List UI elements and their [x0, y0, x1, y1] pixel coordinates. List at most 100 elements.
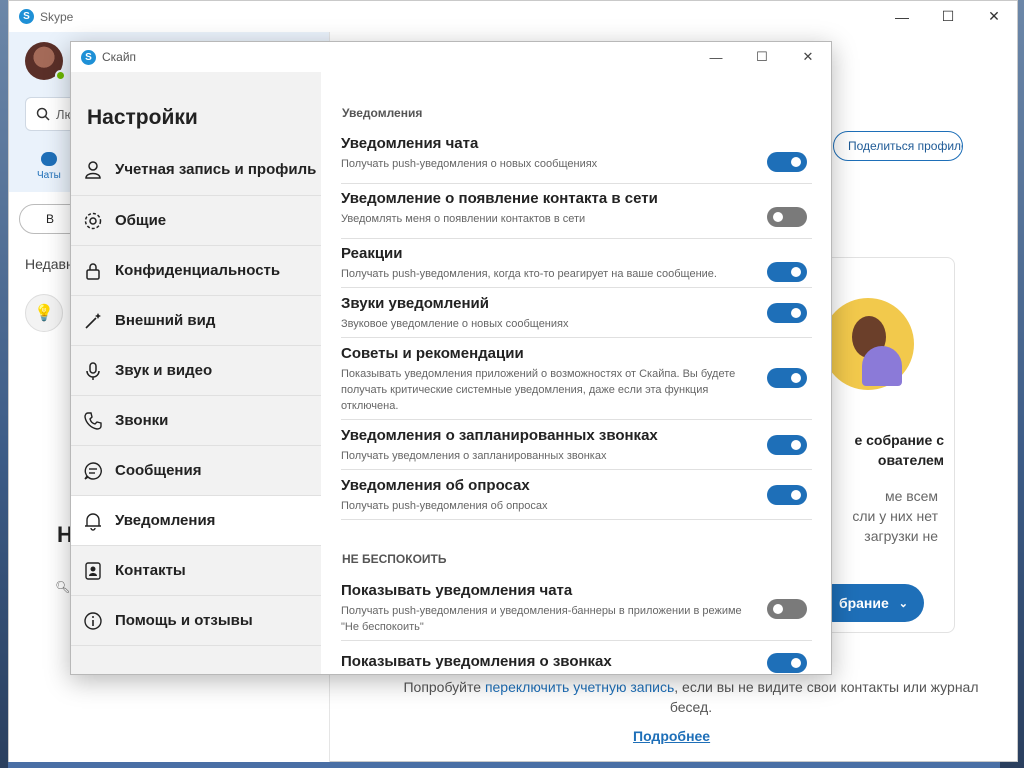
main-titlebar: S Skype: [9, 1, 1017, 32]
scheduled-calls-toggle[interactable]: [767, 435, 807, 455]
setting-title: Показывать уведомления о звонках: [341, 653, 612, 670]
settings-title: Настройки: [87, 106, 198, 129]
bell-icon: [85, 512, 101, 531]
setting-row-notification-sounds: Звуки уведомлений Звуковое уведомление о…: [341, 294, 812, 338]
main-window-controls: — ☐ ✕: [879, 1, 1017, 32]
tab-chats-label: Чаты: [37, 170, 61, 181]
nav-item-account[interactable]: Учетная запись и профиль: [71, 144, 321, 196]
meet-now-label: В: [46, 212, 55, 226]
dialog-close-button[interactable]: ✕: [785, 42, 831, 72]
setting-row-tips: Советы и рекомендации Показывать уведомл…: [341, 344, 812, 420]
setting-title: Звуки уведомлений: [341, 295, 489, 312]
setting-description: Показывать уведомления приложений о возм…: [341, 368, 736, 412]
minimize-button[interactable]: —: [879, 1, 925, 32]
share-profile-button[interactable]: Поделиться профилем: [833, 131, 963, 161]
setting-description: Получать push-уведомления и уведомления-…: [341, 605, 742, 633]
recent-chats-label: Недавн: [25, 256, 74, 272]
nav-item-label: Звонки: [115, 411, 169, 429]
setting-row-dnd-chat: Показывать уведомления чата Получать pus…: [341, 581, 812, 641]
section-header-do-not-disturb: НЕ БЕСПОКОИТЬ: [342, 552, 447, 566]
online-status-icon: [55, 70, 66, 81]
nav-item-label: Сообщения: [115, 461, 202, 479]
dnd-chat-toggle[interactable]: [767, 599, 807, 619]
tips-toggle[interactable]: [767, 368, 807, 388]
setting-title: Советы и рекомендации: [341, 345, 524, 362]
nav-item-calls[interactable]: Звонки: [71, 396, 321, 446]
contacts-icon: [85, 561, 101, 580]
chat-bubble-icon: [40, 152, 57, 166]
desktop-background-left: [0, 0, 8, 768]
main-window-title: Skype: [40, 9, 74, 24]
chevron-down-icon: ⌄: [898, 597, 908, 610]
setting-description: Получать push-уведомления об опросах: [341, 500, 548, 512]
search-icon: [36, 107, 50, 121]
nav-item-label: Уведомления: [115, 511, 216, 529]
setting-row-scheduled-calls: Уведомления о запланированных звонках По…: [341, 426, 812, 470]
setting-description: Получать push-уведомления, когда кто-то …: [341, 268, 717, 280]
nav-item-label: Контакты: [115, 561, 186, 579]
tab-chats[interactable]: Чаты: [37, 152, 61, 181]
small-search-icon[interactable]: 🔍︎: [55, 580, 70, 594]
hint-text-end: , если вы не видите свои контакты или жу…: [669, 679, 979, 715]
nav-item-contacts[interactable]: Контакты: [71, 546, 321, 596]
magic-wand-icon: [85, 312, 101, 329]
setting-title: Уведомления об опросах: [341, 477, 530, 494]
setting-row-reactions: Реакции Получать push-уведомления, когда…: [341, 244, 812, 288]
dialog-maximize-button[interactable]: ☐: [739, 42, 785, 72]
nav-item-messages[interactable]: Сообщения: [71, 446, 321, 496]
setting-row-polls: Уведомления об опросах Получать push-уве…: [341, 476, 812, 520]
dnd-calls-toggle[interactable]: [767, 653, 807, 673]
reactions-toggle[interactable]: [767, 262, 807, 282]
setting-description: Уведомлять меня о появлении контактов в …: [341, 213, 586, 225]
setting-description: Получать push-уведомления о новых сообще…: [341, 158, 598, 170]
maximize-button[interactable]: ☐: [925, 1, 971, 32]
setting-description: Получать уведомления о запланированных з…: [341, 450, 607, 462]
nav-item-label: Учетная запись и профиль: [115, 160, 317, 178]
setting-title: Уведомление о появление контакта в сети: [341, 190, 658, 207]
switch-account-hint: Попробуйте переключить учетную запись, е…: [381, 677, 1001, 717]
dialog-window-controls: — ☐ ✕: [693, 42, 831, 72]
nav-item-appearance[interactable]: Внешний вид: [71, 296, 321, 346]
nav-item-label: Общие: [115, 211, 167, 229]
chat-notifications-toggle[interactable]: [767, 152, 807, 172]
notifications-settings: Уведомления Уведомления чата Получать pu…: [321, 72, 831, 674]
nav-item-label: Помощь и отзывы: [115, 611, 253, 629]
gear-icon: [84, 212, 102, 229]
microphone-icon: [86, 361, 100, 380]
setting-description: Звуковое уведомление о новых сообщениях: [341, 318, 569, 330]
phone-icon: [84, 411, 102, 430]
dialog-title: Скайп: [102, 50, 137, 64]
hint-text-start: Попробуйте: [403, 679, 485, 695]
nav-item-audio-video[interactable]: Звук и видео: [71, 346, 321, 396]
notification-sounds-toggle[interactable]: [767, 303, 807, 323]
info-icon: [84, 611, 102, 630]
close-button[interactable]: ✕: [971, 1, 1017, 32]
nav-item-privacy[interactable]: Конфиденциальность: [71, 246, 321, 296]
nav-item-label: Внешний вид: [115, 311, 216, 329]
nav-item-general[interactable]: Общие: [71, 196, 321, 246]
dialog-minimize-button[interactable]: —: [693, 42, 739, 72]
message-icon: [84, 461, 102, 480]
nav-item-label: Звук и видео: [115, 361, 213, 379]
setting-title: Показывать уведомления чата: [341, 582, 573, 599]
recent-chat-avatar[interactable]: 💡: [25, 294, 63, 332]
polls-toggle[interactable]: [767, 485, 807, 505]
nav-item-label: Конфиденциальность: [115, 261, 281, 279]
person-icon: [85, 160, 101, 179]
lock-icon: [86, 262, 100, 280]
skype-logo-icon: S: [81, 49, 96, 65]
setting-row-chat-notifications: Уведомления чата Получать push-уведомлен…: [341, 134, 812, 184]
nav-item-notifications[interactable]: Уведомления: [71, 496, 321, 546]
contact-online-toggle[interactable]: [767, 207, 807, 227]
settings-nav-list: Учетная запись и профиль Общие Конфиденц…: [71, 144, 321, 646]
learn-more-link[interactable]: Подробнее: [633, 728, 710, 744]
section-header-notifications: Уведомления: [342, 106, 423, 120]
setting-title: Уведомления о запланированных звонках: [341, 427, 658, 444]
setting-title: Реакции: [341, 245, 403, 262]
switch-account-link[interactable]: переключить учетную запись: [485, 679, 674, 695]
illustration-person-body: [862, 346, 902, 386]
nav-item-help[interactable]: Помощь и отзывы: [71, 596, 321, 646]
setting-row-dnd-calls: Показывать уведомления о звонках: [341, 652, 812, 674]
settings-nav: Настройки Учетная запись и профиль Общие…: [71, 72, 321, 674]
setting-title: Уведомления чата: [341, 135, 479, 152]
